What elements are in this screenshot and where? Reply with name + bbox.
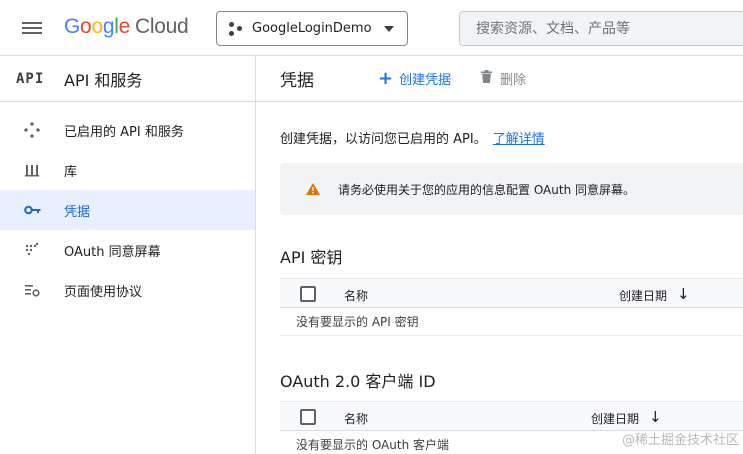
menu-icon[interactable]: [22, 19, 44, 37]
api-keys-title: API 密钥: [280, 248, 343, 267]
sidebar-item-label: 页面使用协议: [64, 284, 143, 300]
select-all-checkbox[interactable]: [300, 409, 316, 425]
intro-description: 创建凭据，以访问您已启用的 API。: [280, 132, 487, 147]
create-credentials-button[interactable]: + 创建凭据: [378, 69, 451, 88]
delete-label: 删除: [500, 73, 527, 88]
sidebar-item-label: 凭据: [64, 204, 91, 220]
column-date-label: 创建日期: [591, 412, 640, 426]
sidebar-item-credentials[interactable]: 凭据: [0, 190, 255, 230]
column-name-header: 名称: [344, 412, 369, 426]
project-icon: [229, 21, 243, 36]
column-date-label: 创建日期: [619, 289, 668, 303]
create-credentials-label: 创建凭据: [399, 73, 452, 88]
library-icon: [24, 162, 64, 178]
intro-text: 创建凭据，以访问您已启用的 API。 了解详情: [280, 128, 545, 147]
sidebar-title: API 和服务: [64, 70, 143, 90]
sort-arrow-down-icon: ↓: [677, 285, 690, 303]
sidebar-item-page-usage[interactable]: 页面使用协议: [0, 270, 255, 310]
logo-letter: e: [118, 15, 131, 38]
project-selector[interactable]: GoogleLoginDemo: [216, 11, 408, 46]
search-input[interactable]: [459, 11, 743, 46]
watermark: @稀土掘金技术社区: [621, 433, 739, 448]
warning-icon: [306, 180, 320, 199]
sidebar-header: API API 和服务: [0, 56, 255, 102]
main-content: 凭据 + 创建凭据 删除 创建凭据，以访问您已启用的 API。 了解详情 请务必使…: [256, 56, 743, 454]
delete-button[interactable]: 删除: [481, 69, 526, 88]
sidebar-item-label: 库: [64, 164, 78, 180]
logo-letter: G: [64, 15, 81, 38]
oauth-warning-banner: 请务必使用关于您的应用的信息配置 OAuth 同意屏幕。: [280, 163, 743, 215]
learn-more-link[interactable]: 了解详情: [493, 132, 545, 147]
oauth-consent-icon: [24, 242, 64, 258]
project-name: GoogleLoginDemo: [252, 21, 372, 36]
column-date-header[interactable]: 创建日期 ↓: [619, 287, 690, 304]
table-header: 名称 创建日期 ↓: [280, 278, 743, 308]
enabled-apis-icon: [24, 122, 64, 138]
table-header: 名称 创建日期 ↓: [280, 401, 743, 431]
sort-arrow-down-icon: ↓: [649, 408, 662, 426]
empty-row: 没有要显示的 API 密钥: [280, 308, 743, 336]
sidebar: API API 和服务 已启用的 API 和服务 库 凭据 OAuth 同意屏幕…: [0, 56, 256, 454]
logo-letter: o: [91, 15, 103, 38]
page-usage-icon: [24, 282, 64, 298]
key-icon: [24, 204, 64, 216]
sidebar-item-enabled-apis[interactable]: 已启用的 API 和服务: [0, 110, 255, 150]
logo-product: Cloud: [134, 15, 189, 38]
sidebar-nav: 已启用的 API 和服务 库 凭据 OAuth 同意屏幕 页面使用协议: [0, 102, 255, 310]
column-date-header[interactable]: 创建日期 ↓: [591, 410, 662, 427]
logo-letter: o: [80, 15, 92, 38]
sidebar-item-oauth-consent[interactable]: OAuth 同意屏幕: [0, 230, 255, 270]
sidebar-item-label: OAuth 同意屏幕: [64, 244, 161, 260]
sidebar-item-library[interactable]: 库: [0, 150, 255, 190]
top-app-bar: Google Cloud GoogleLoginDemo: [0, 0, 743, 56]
warning-text: 请务必使用关于您的应用的信息配置 OAuth 同意屏幕。: [338, 182, 635, 197]
page-title: 凭据: [280, 71, 314, 91]
oauth-clients-title: OAuth 2.0 客户端 ID: [280, 372, 436, 391]
select-all-checkbox[interactable]: [300, 286, 316, 302]
dropdown-caret-icon: [384, 26, 394, 32]
column-name-header: 名称: [344, 289, 369, 303]
api-keys-table: 名称 创建日期 ↓ 没有要显示的 API 密钥: [280, 278, 743, 336]
api-logo-icon: API: [16, 70, 45, 87]
sidebar-item-label: 已启用的 API 和服务: [64, 124, 184, 140]
logo-letter: g: [102, 15, 115, 38]
page-toolbar: 凭据 + 创建凭据 删除: [256, 56, 743, 102]
google-cloud-logo[interactable]: Google Cloud: [64, 15, 189, 39]
trash-icon: [481, 70, 493, 87]
plus-icon: +: [378, 67, 394, 89]
